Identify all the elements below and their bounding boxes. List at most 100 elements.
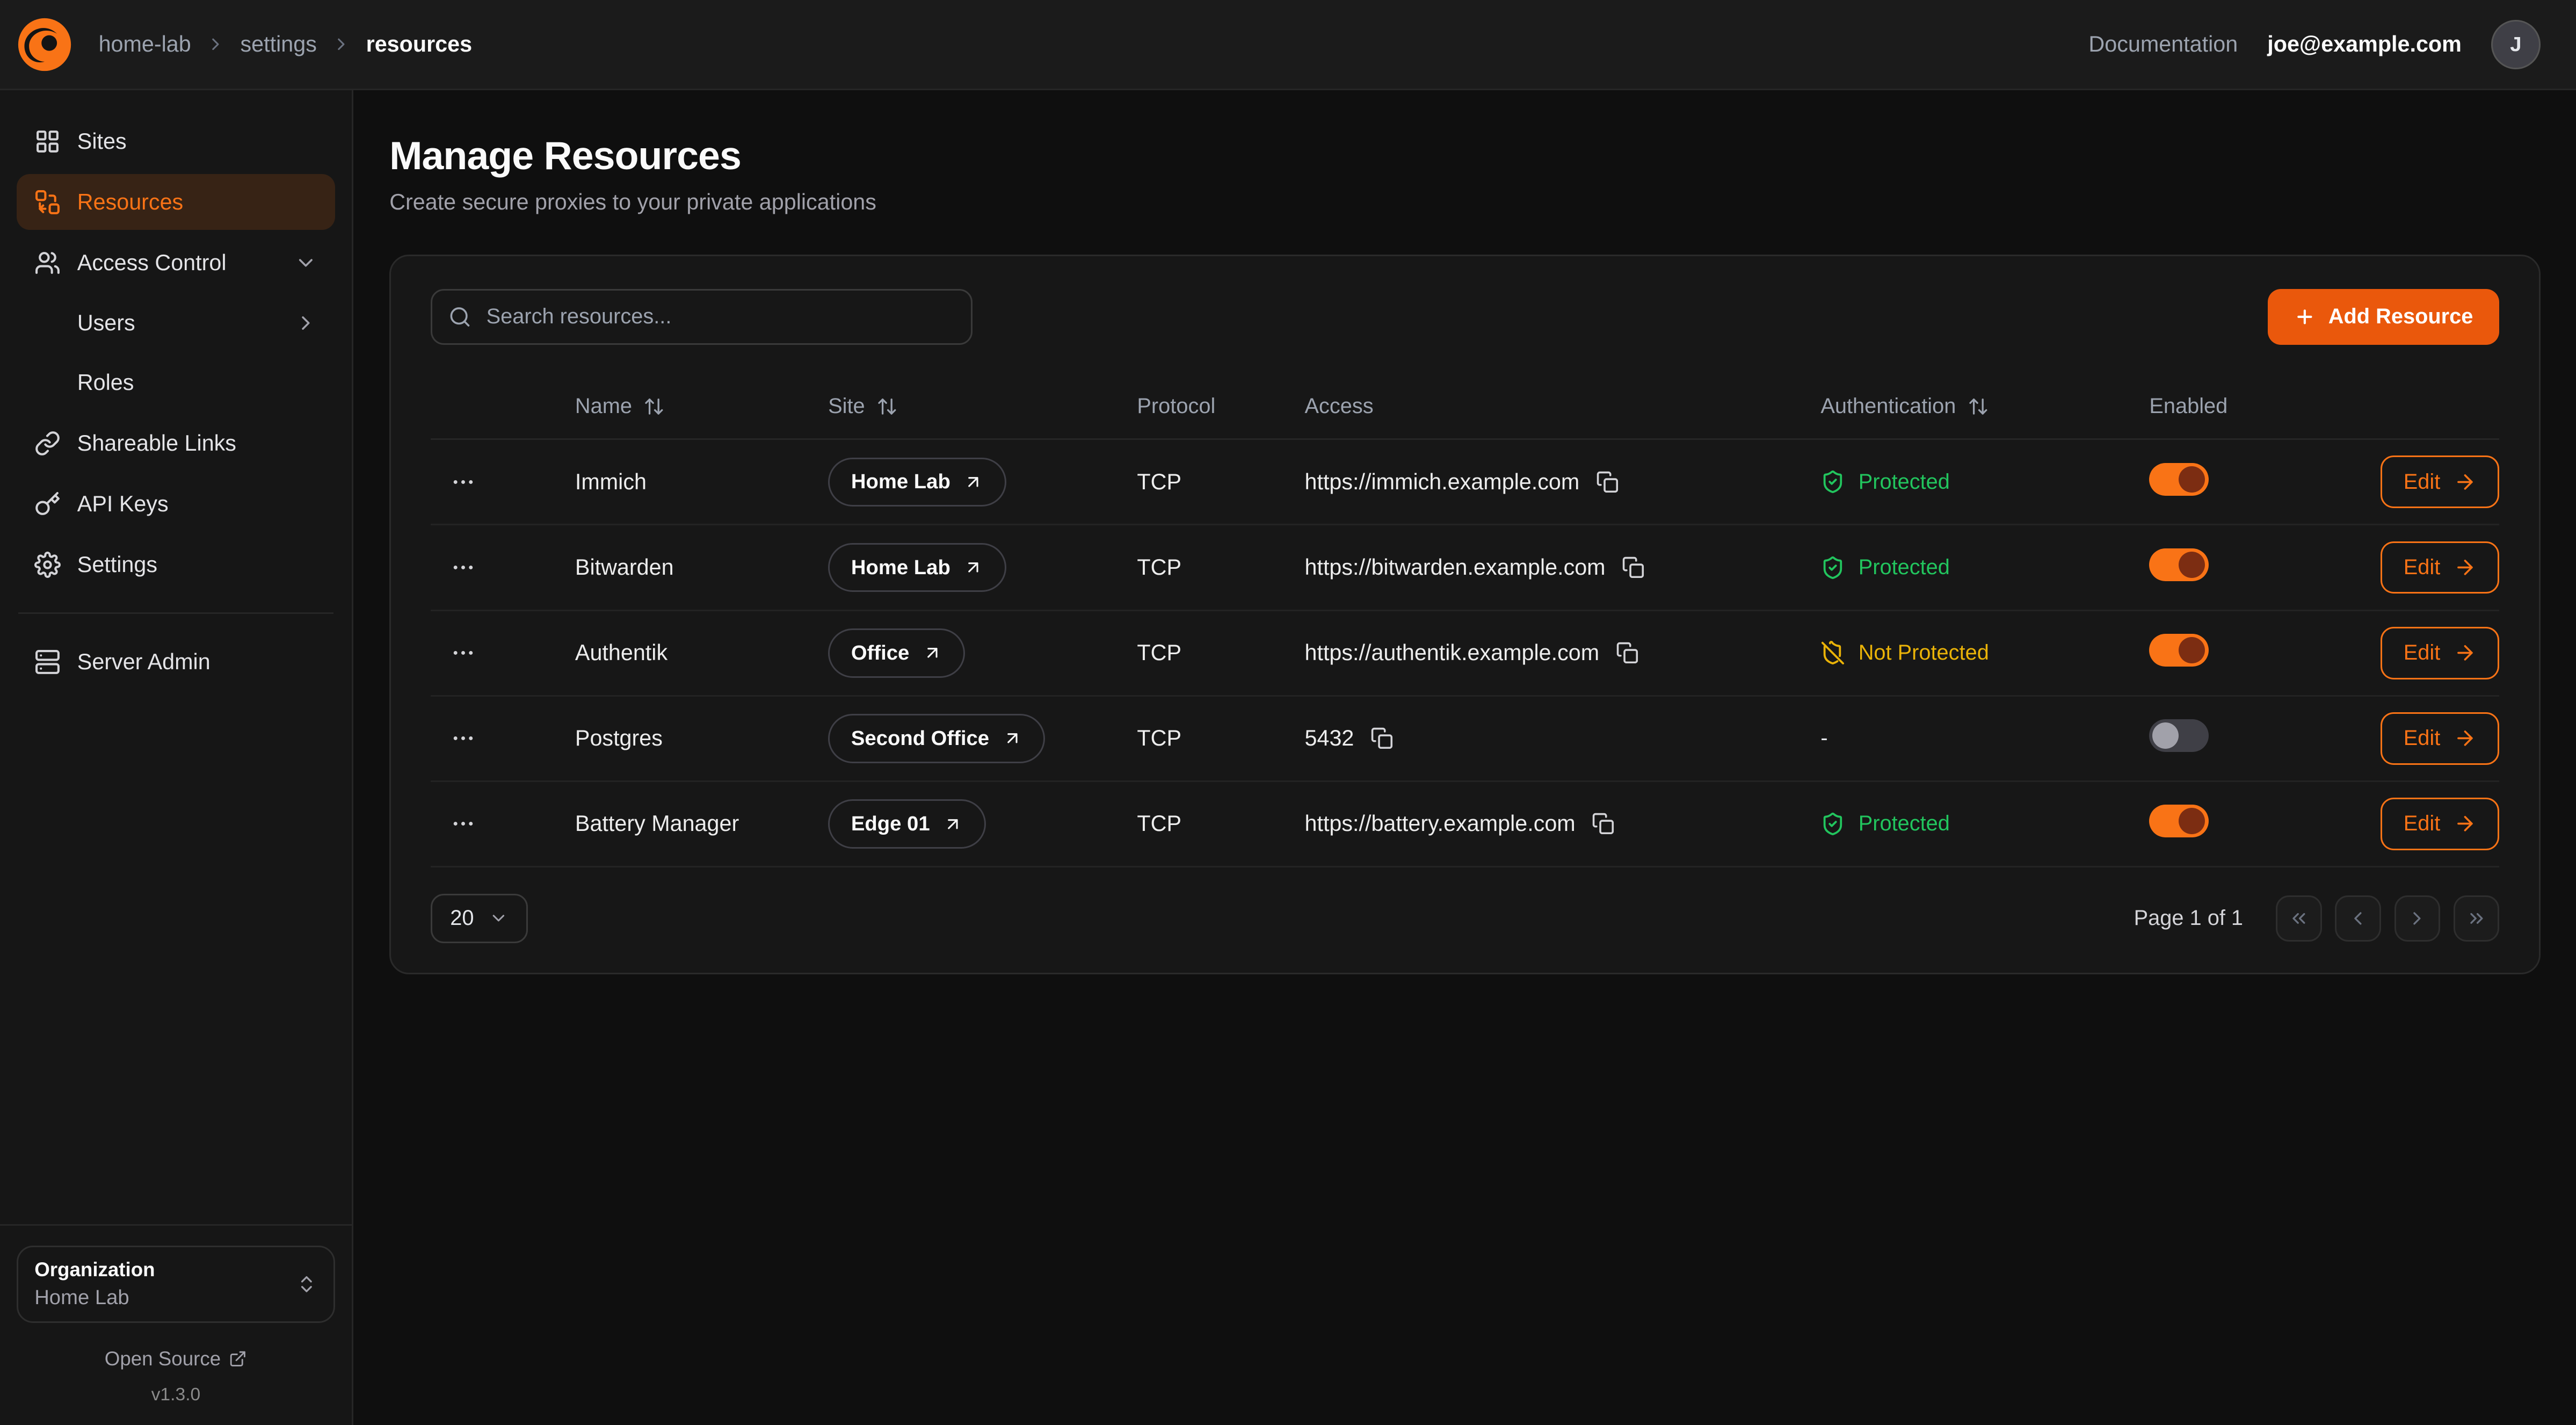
- shield-check-icon: [1820, 469, 1845, 494]
- user-email[interactable]: joe@example.com: [2267, 32, 2462, 57]
- edit-button[interactable]: Edit: [2381, 455, 2499, 508]
- enabled-toggle[interactable]: [2149, 463, 2208, 496]
- table-body: Immich Home Lab TCP https://immich.examp…: [431, 440, 2500, 867]
- page-size-select[interactable]: 20: [431, 894, 528, 943]
- row-menu-button[interactable]: [440, 630, 487, 676]
- chevron-left-icon: [2347, 908, 2369, 929]
- copy-icon: [1622, 556, 1645, 579]
- arrow-up-right-icon: [963, 558, 983, 577]
- search-input[interactable]: [431, 289, 973, 345]
- sidebar-item-settings[interactable]: Settings: [17, 537, 336, 593]
- documentation-link[interactable]: Documentation: [2088, 32, 2238, 57]
- copy-icon: [1616, 641, 1639, 664]
- edit-button-label: Edit: [2404, 812, 2441, 836]
- site-link[interactable]: Home Lab: [828, 458, 1006, 507]
- sidebar-item-sites[interactable]: Sites: [17, 113, 336, 169]
- ellipsis-icon: [450, 469, 476, 495]
- table-row: Immich Home Lab TCP https://immich.examp…: [431, 440, 2500, 525]
- sidebar-item-server-admin[interactable]: Server Admin: [17, 634, 336, 690]
- app-logo-icon[interactable]: [17, 17, 72, 73]
- breadcrumb-settings[interactable]: settings: [241, 32, 317, 57]
- main-content: Manage Resources Create secure proxies t…: [353, 90, 2576, 1425]
- site-link[interactable]: Office: [828, 628, 965, 678]
- edit-button-label: Edit: [2404, 555, 2441, 580]
- sort-icon[interactable]: [876, 396, 898, 417]
- org-selector[interactable]: Organization Home Lab: [17, 1246, 336, 1323]
- ellipsis-icon: [450, 640, 476, 666]
- version-label: v1.3.0: [17, 1385, 336, 1405]
- sidebar-item-resources[interactable]: Resources: [17, 174, 336, 230]
- row-name: Bitwarden: [575, 555, 828, 580]
- enabled-toggle[interactable]: [2149, 634, 2208, 667]
- edit-button[interactable]: Edit: [2381, 627, 2499, 679]
- resources-table: Name Site Protocol Access: [431, 374, 2500, 867]
- first-page-button[interactable]: [2276, 895, 2322, 942]
- sidebar-item-label: Access Control: [77, 250, 227, 276]
- chevrons-left-icon: [2288, 908, 2310, 929]
- copy-button[interactable]: [1370, 727, 1394, 750]
- open-source-link[interactable]: Open Source: [17, 1348, 336, 1370]
- next-page-button[interactable]: [2394, 895, 2441, 942]
- app-root: home-lab settings resources Documentatio…: [0, 0, 2576, 1425]
- auth-label: -: [1820, 726, 1827, 750]
- ellipsis-icon: [450, 725, 476, 751]
- toggle-knob: [2179, 552, 2205, 578]
- enabled-toggle[interactable]: [2149, 805, 2208, 837]
- edit-button[interactable]: Edit: [2381, 541, 2499, 594]
- edit-button[interactable]: Edit: [2381, 712, 2499, 765]
- search-box: [431, 289, 973, 345]
- site-pill-label: Edge 01: [851, 812, 930, 836]
- site-link[interactable]: Second Office: [828, 714, 1045, 763]
- users-icon: [34, 250, 61, 276]
- copy-button[interactable]: [1616, 641, 1639, 664]
- toggle-knob: [2179, 637, 2205, 663]
- sidebar-item-api-keys[interactable]: API Keys: [17, 476, 336, 532]
- site-link[interactable]: Home Lab: [828, 543, 1006, 592]
- site-pill-label: Home Lab: [851, 470, 950, 494]
- add-resource-button[interactable]: Add Resource: [2268, 289, 2500, 345]
- sidebar-item-label: Settings: [77, 552, 157, 577]
- table-row: Postgres Second Office TCP 5432 - Edit: [431, 697, 2500, 782]
- ellipsis-icon: [450, 554, 476, 581]
- previous-page-button[interactable]: [2335, 895, 2381, 942]
- row-menu-button[interactable]: [440, 715, 487, 762]
- enabled-toggle[interactable]: [2149, 548, 2208, 581]
- sort-icon[interactable]: [643, 396, 665, 417]
- column-header-authentication[interactable]: Authentication: [1820, 394, 2149, 418]
- toggle-knob: [2179, 466, 2205, 493]
- chevron-right-icon: [294, 312, 317, 335]
- breadcrumb-resources[interactable]: resources: [366, 32, 472, 57]
- arrow-right-icon: [2454, 471, 2477, 494]
- row-access-value: https://authentik.example.com: [1305, 640, 1600, 666]
- row-name: Postgres: [575, 726, 828, 751]
- row-menu-button[interactable]: [440, 459, 487, 505]
- column-header-name[interactable]: Name: [575, 394, 828, 418]
- toggle-knob: [2179, 808, 2205, 834]
- enabled-toggle[interactable]: [2149, 719, 2208, 752]
- gear-icon: [34, 552, 61, 578]
- chevron-down-icon: [489, 908, 509, 928]
- site-link[interactable]: Edge 01: [828, 799, 985, 849]
- sidebar-item-label: Server Admin: [77, 649, 211, 675]
- row-access-value: https://bitwarden.example.com: [1305, 555, 1606, 580]
- sidebar-item-roles[interactable]: Roles: [17, 356, 336, 410]
- row-menu-button[interactable]: [440, 801, 487, 847]
- sidebar-item-access-control[interactable]: Access Control: [17, 235, 336, 291]
- row-menu-button[interactable]: [440, 545, 487, 591]
- last-page-button[interactable]: [2454, 895, 2500, 942]
- copy-button[interactable]: [1622, 556, 1645, 579]
- sort-icon[interactable]: [1968, 396, 1989, 417]
- copy-button[interactable]: [1592, 812, 1615, 835]
- table-footer: 20 Page 1 of 1: [431, 894, 2500, 943]
- breadcrumb-home-lab[interactable]: home-lab: [99, 32, 191, 57]
- page-title: Manage Resources: [389, 133, 2541, 178]
- sidebar-item-shareable-links[interactable]: Shareable Links: [17, 415, 336, 471]
- avatar[interactable]: J: [2491, 20, 2541, 69]
- column-header-access: Access: [1305, 394, 1821, 418]
- column-header-site[interactable]: Site: [828, 394, 1137, 418]
- edit-button[interactable]: Edit: [2381, 798, 2499, 850]
- copy-button[interactable]: [1596, 471, 1619, 494]
- sidebar-item-users[interactable]: Users: [17, 296, 336, 351]
- auth-label: Protected: [1859, 470, 1950, 494]
- page-subtitle: Create secure proxies to your private ap…: [389, 190, 2541, 215]
